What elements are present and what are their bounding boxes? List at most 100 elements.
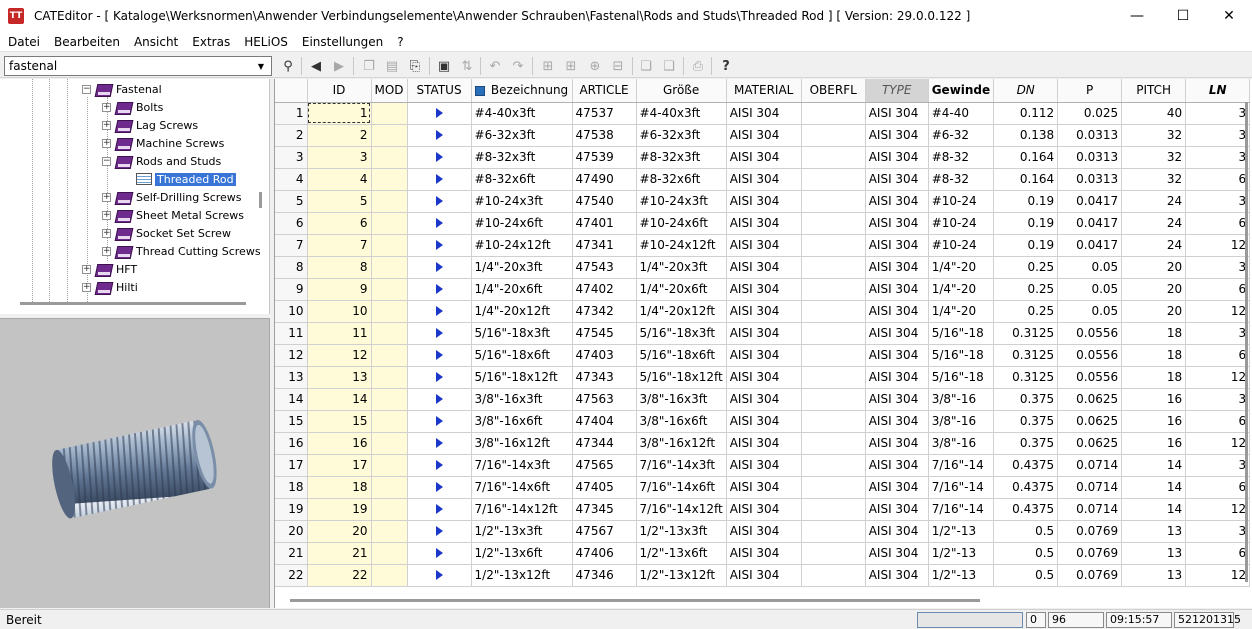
- cell-article[interactable]: 47406: [572, 542, 637, 565]
- insert-icon[interactable]: ⊕: [585, 56, 605, 76]
- cell-mod[interactable]: [371, 102, 408, 125]
- cell-material[interactable]: AISI 304: [726, 234, 802, 257]
- cell-ln[interactable]: 3: [1185, 322, 1251, 345]
- cell-dn[interactable]: 0.112: [993, 102, 1059, 125]
- cell-gewinde[interactable]: #8-32: [928, 146, 995, 169]
- cell-bezeichnung[interactable]: #4-40x3ft: [471, 102, 573, 125]
- cell-id[interactable]: 20: [307, 520, 372, 543]
- expand-icon[interactable]: +: [102, 246, 111, 256]
- cell-dn[interactable]: 0.5: [993, 542, 1059, 565]
- cell-article[interactable]: 47543: [572, 256, 637, 279]
- cell-gewinde[interactable]: #8-32: [928, 168, 995, 191]
- cell-id[interactable]: 11: [307, 322, 372, 345]
- search-input[interactable]: [5, 57, 253, 75]
- add-column-icon[interactable]: ⊞: [561, 56, 581, 76]
- cell-material[interactable]: AISI 304: [726, 520, 802, 543]
- cell-material[interactable]: AISI 304: [726, 498, 802, 521]
- cell-mod[interactable]: [371, 322, 408, 345]
- cell-pitch[interactable]: 18: [1121, 344, 1187, 367]
- cell-mod[interactable]: [371, 564, 408, 587]
- cell-oberfl[interactable]: [801, 190, 866, 213]
- cell-article[interactable]: 47344: [572, 432, 637, 455]
- cell-type[interactable]: AISI 304: [865, 256, 929, 279]
- catalog-tree[interactable]: − Fastenal + Bolts + Lag Screws + Machin…: [0, 79, 270, 314]
- menu-help[interactable]: ?: [390, 35, 410, 49]
- cell-dn[interactable]: 0.3125: [993, 322, 1059, 345]
- expand-icon[interactable]: +: [102, 102, 111, 112]
- tree-item-lag-screws[interactable]: + Lag Screws: [102, 116, 198, 134]
- cell-material[interactable]: AISI 304: [726, 124, 802, 147]
- cell-id[interactable]: 1: [307, 102, 372, 125]
- cell-groesse[interactable]: 7/16"-14x6ft: [636, 476, 727, 499]
- cell-ln[interactable]: 12: [1185, 366, 1251, 389]
- cell-id[interactable]: 15: [307, 410, 372, 433]
- cell-id[interactable]: 17: [307, 454, 372, 477]
- cell-p[interactable]: 0.0417: [1057, 190, 1123, 213]
- cell-type[interactable]: AISI 304: [865, 300, 929, 323]
- cell-pitch[interactable]: 18: [1121, 322, 1187, 345]
- cell-status[interactable]: [407, 190, 472, 213]
- cell-dn[interactable]: 0.375: [993, 432, 1059, 455]
- cell-type[interactable]: AISI 304: [865, 454, 929, 477]
- cell-article[interactable]: 47401: [572, 212, 637, 235]
- cell-status[interactable]: [407, 168, 472, 191]
- cell-article[interactable]: 47565: [572, 454, 637, 477]
- col-header-gewinde[interactable]: Gewinde: [928, 79, 995, 103]
- cell-type[interactable]: AISI 304: [865, 234, 929, 257]
- cell-mod[interactable]: [371, 300, 408, 323]
- cell-mod[interactable]: [371, 278, 408, 301]
- table-row[interactable]: 18 18 7/16"-14x6ft 47405 7/16"-14x6ft AISI 30…: [275, 476, 1251, 499]
- cell-bezeichnung[interactable]: 1/4"-20x6ft: [471, 278, 573, 301]
- expand-icon[interactable]: +: [102, 228, 111, 238]
- binoculars-icon[interactable]: ⚲: [278, 56, 298, 76]
- table-row[interactable]: 17 17 7/16"-14x3ft 47565 7/16"-14x3ft AISI 30…: [275, 454, 1251, 477]
- table-row[interactable]: 1 1 #4-40x3ft 47537 #4-40x3ft AISI 304 AISI 30…: [275, 102, 1251, 125]
- cell-pitch[interactable]: 13: [1121, 520, 1187, 543]
- cell-ln[interactable]: 6: [1185, 212, 1251, 235]
- cell-pitch[interactable]: 14: [1121, 454, 1187, 477]
- redo-icon[interactable]: ↷: [508, 56, 528, 76]
- cell-dn[interactable]: 0.3125: [993, 366, 1059, 389]
- cell-pitch[interactable]: 18: [1121, 366, 1187, 389]
- tree-item-threaded-rod[interactable]: Threaded Rod: [136, 170, 236, 188]
- table-row[interactable]: 10 10 1/4"-20x12ft 47342 1/4"-20x12ft AISI 30…: [275, 300, 1251, 323]
- cell-p[interactable]: 0.0714: [1057, 498, 1123, 521]
- cell-id[interactable]: 7: [307, 234, 372, 257]
- cell-p[interactable]: 0.0714: [1057, 454, 1123, 477]
- table-row[interactable]: 2 2 #6-32x3ft 47538 #6-32x3ft AISI 304 AISI 30…: [275, 124, 1251, 147]
- cell-p[interactable]: 0.0769: [1057, 520, 1123, 543]
- cell-gewinde[interactable]: 5/16"-18: [928, 366, 995, 389]
- cell-article[interactable]: 47343: [572, 366, 637, 389]
- cell-status[interactable]: [407, 146, 472, 169]
- cell-gewinde[interactable]: 1/4"-20: [928, 278, 995, 301]
- cell-pitch[interactable]: 32: [1121, 168, 1187, 191]
- table-row[interactable]: 7 7 #10-24x12ft 47341 #10-24x12ft AISI 304 AIS…: [275, 234, 1251, 257]
- cell-ln[interactable]: 3: [1185, 520, 1251, 543]
- cell-mod[interactable]: [371, 234, 408, 257]
- cell-bezeichnung[interactable]: 7/16"-14x12ft: [471, 498, 573, 521]
- cell-material[interactable]: AISI 304: [726, 278, 802, 301]
- cell-p[interactable]: 0.0313: [1057, 146, 1123, 169]
- cell-status[interactable]: [407, 366, 472, 389]
- col-header-type[interactable]: TYPE: [865, 79, 929, 103]
- cell-article[interactable]: 47539: [572, 146, 637, 169]
- cell-mod[interactable]: [371, 212, 408, 235]
- cell-ln[interactable]: 6: [1185, 410, 1251, 433]
- cell-status[interactable]: [407, 520, 472, 543]
- cell-material[interactable]: AISI 304: [726, 190, 802, 213]
- cell-mod[interactable]: [371, 124, 408, 147]
- expand-icon[interactable]: +: [82, 282, 91, 292]
- cell-p[interactable]: 0.05: [1057, 300, 1123, 323]
- cell-oberfl[interactable]: [801, 564, 866, 587]
- cell-groesse[interactable]: #6-32x3ft: [636, 124, 727, 147]
- cell-mod[interactable]: [371, 476, 408, 499]
- undo-icon[interactable]: ↶: [485, 56, 505, 76]
- cell-pitch[interactable]: 20: [1121, 300, 1187, 323]
- cell-ln[interactable]: 6: [1185, 344, 1251, 367]
- cell-gewinde[interactable]: 1/2"-13: [928, 542, 995, 565]
- menu-extras[interactable]: Extras: [185, 35, 237, 49]
- print-icon[interactable]: ⎙: [688, 56, 708, 76]
- cell-article[interactable]: 47346: [572, 564, 637, 587]
- cell-p[interactable]: 0.0769: [1057, 542, 1123, 565]
- cell-bezeichnung[interactable]: 1/2"-13x6ft: [471, 542, 573, 565]
